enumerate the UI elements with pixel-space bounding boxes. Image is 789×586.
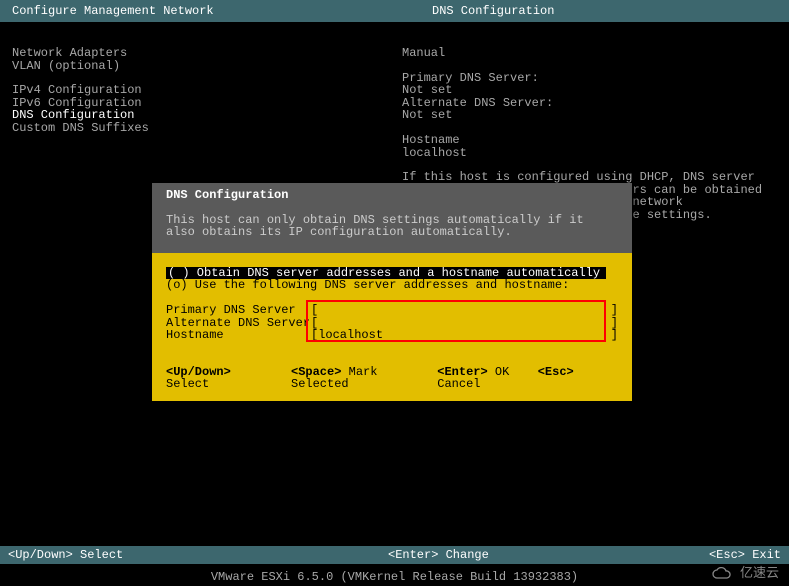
title-left: Configure Management Network — [12, 5, 432, 18]
primary-dns-value: Not set — [402, 84, 777, 97]
title-right: DNS Configuration — [432, 5, 777, 18]
watermark: 亿速云 — [710, 566, 779, 581]
dialog-body: ( ) Obtain DNS server addresses and a ho… — [152, 253, 632, 356]
hostname-field-label: Hostname — [166, 329, 311, 342]
hint-updown: <Up/Down> Select — [166, 366, 277, 391]
alternate-dns-label: Alternate DNS Server: — [402, 97, 777, 110]
hostname-value: localhost — [402, 147, 777, 160]
dialog-header: DNS Configuration This host can only obt… — [152, 183, 632, 253]
hostname-field[interactable]: [ localhost] — [311, 329, 618, 342]
menu-vlan[interactable]: VLAN (optional) — [12, 60, 402, 73]
cloud-icon — [710, 567, 736, 581]
titlebar: Configure Management Network DNS Configu… — [0, 0, 789, 22]
primary-dns-label: Primary DNS Server: — [402, 72, 777, 85]
dialog-title: DNS Configuration — [166, 189, 618, 202]
primary-dns-field-label: Primary DNS Server — [166, 304, 311, 317]
dns-config-dialog: DNS Configuration This host can only obt… — [152, 183, 632, 401]
primary-dns-field[interactable]: [ ] — [311, 304, 618, 317]
menu-network-adapters[interactable]: Network Adapters — [12, 47, 402, 60]
option-manual-dns[interactable]: (o) Use the following DNS server address… — [166, 279, 618, 292]
footer-hint-exit: <Esc> Exit — [681, 549, 781, 562]
dialog-footer: <Up/Down> Select <Space> Mark Selected <… — [152, 356, 632, 401]
dialog-description: This host can only obtain DNS settings a… — [166, 214, 618, 239]
version-string: VMware ESXi 6.5.0 (VMKernel Release Buil… — [0, 571, 789, 584]
right-heading: Manual — [402, 47, 777, 60]
hostname-label: Hostname — [402, 134, 777, 147]
footer-hint-change: <Enter> Change — [388, 549, 681, 562]
footer-hint-select: <Up/Down> Select — [8, 549, 388, 562]
footer-bar: <Up/Down> Select <Enter> Change <Esc> Ex… — [0, 546, 789, 564]
hint-space: <Space> Mark Selected — [291, 366, 437, 391]
alternate-dns-value: Not set — [402, 109, 777, 122]
menu-custom-dns-suffixes[interactable]: Custom DNS Suffixes — [12, 122, 402, 135]
menu-ipv4[interactable]: IPv4 Configuration — [12, 84, 402, 97]
